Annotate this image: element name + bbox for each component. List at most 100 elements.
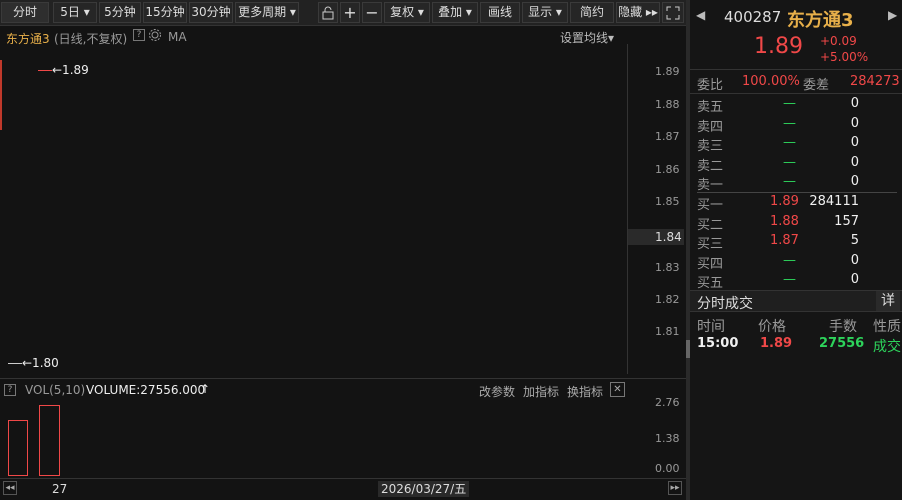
weicha-label: 委差 [803, 78, 830, 93]
bid-row-4[interactable]: 买四 — 0 [697, 253, 897, 272]
scroll-right-icon[interactable]: ▸▸ [668, 481, 682, 495]
help-icon[interactable]: ? [133, 29, 145, 41]
period-5day-button[interactable]: 5日 ▾ [53, 2, 97, 23]
col-header-volume: 手数 [829, 319, 857, 335]
y-tick: 1.89 [655, 65, 680, 78]
hide-button[interactable]: 隐藏 ▸▸ [616, 2, 660, 23]
trades-detail-button[interactable]: 详 [876, 291, 900, 311]
volume-y-tick: 1.38 [655, 432, 680, 445]
trade-price: 1.89 [760, 336, 793, 351]
draw-line-button[interactable]: 画线 [480, 2, 520, 23]
price-change: +0.09 [820, 34, 857, 48]
order-label: 买五 [697, 276, 724, 291]
order-label: 买三 [697, 237, 724, 252]
volume-y-tick: 0.00 [655, 462, 680, 475]
order-price: — [783, 174, 796, 189]
y-tick: 1.85 [655, 195, 680, 208]
order-label: 卖五 [697, 100, 724, 115]
bid-row-2[interactable]: 买二 1.88 157 [697, 214, 897, 233]
scroll-left-icon[interactable]: ◂◂ [3, 481, 17, 495]
order-volume: 0 [850, 116, 859, 131]
ask-row-2[interactable]: 卖二 — 0 [697, 155, 897, 174]
period-5min-button[interactable]: 5分钟 [99, 2, 141, 23]
order-volume: 157 [834, 214, 859, 229]
prev-stock-icon[interactable]: ◀ [696, 8, 705, 22]
order-label: 卖三 [697, 139, 724, 154]
volume-y-tick: 2.76 [655, 396, 680, 409]
add-indicator-button[interactable]: 加指标 [523, 383, 559, 400]
change-params-button[interactable]: 改参数 [479, 383, 515, 400]
order-label: 买二 [697, 218, 724, 233]
ask-row-1[interactable]: 卖一 — 0 [697, 174, 897, 193]
close-icon[interactable]: ✕ [610, 382, 625, 397]
chart-subtitle: (日线,不复权) [54, 32, 128, 46]
period-15min-button[interactable]: 15分钟 [143, 2, 187, 23]
period-intraday-button[interactable]: 分时 [1, 2, 49, 23]
high-price-marker: ←1.89 [52, 63, 89, 77]
next-stock-icon[interactable]: ▶ [888, 8, 897, 22]
switch-indicator-button[interactable]: 换指标 [567, 383, 603, 400]
weicha-value: 284273 [850, 74, 900, 89]
low-price-marker: ←1.80 [22, 356, 59, 370]
bid-row-1[interactable]: 买一 1.89 284111 [697, 194, 897, 213]
trade-type: 成交 [873, 339, 901, 355]
y-tick: 1.81 [655, 325, 680, 338]
y-tick: 1.87 [655, 130, 680, 143]
display-button[interactable]: 显示 ▾ [522, 2, 568, 23]
order-label: 买四 [697, 257, 724, 272]
more-periods-button[interactable]: 更多周期 ▾ [235, 2, 299, 23]
period-30min-button[interactable]: 30分钟 [189, 2, 233, 23]
last-price: 1.89 [754, 34, 803, 59]
zoom-out-icon[interactable]: − [362, 2, 382, 23]
y-tick: 1.83 [655, 261, 680, 274]
volume-bar [8, 420, 28, 476]
y-tick: 1.82 [655, 293, 680, 306]
order-price: — [783, 135, 796, 150]
order-price: 1.89 [770, 194, 799, 209]
lock-icon[interactable] [318, 2, 338, 23]
ask-row-4[interactable]: 卖四 — 0 [697, 116, 897, 135]
zoom-in-icon[interactable]: + [340, 2, 360, 23]
kline-chart[interactable]: 东方通3 (日线,不复权) ? MA 设置均线▾ ←1.89 ←1.80 1.8… [0, 26, 687, 500]
x-axis-label: 27 [52, 482, 68, 496]
trade-volume: 27556 [819, 336, 865, 351]
fullscreen-icon[interactable] [662, 2, 684, 23]
stock-code: 400287 [724, 8, 782, 26]
chart-toolbar: 分时 5日 ▾ 5分钟 15分钟 30分钟 更多周期 ▾ + − 复权 ▾ 叠加… [0, 0, 687, 26]
order-volume: 0 [850, 272, 859, 287]
arrow-up-icon: ↑ [200, 382, 211, 396]
volume-help-icon[interactable]: ? [4, 384, 16, 396]
order-volume: 284111 [809, 194, 859, 209]
high-price-line [38, 70, 52, 71]
order-price: — [783, 96, 796, 111]
order-volume: 0 [850, 253, 859, 268]
price-change-pct: +5.00% [820, 50, 869, 64]
chart-title: 东方通3 [6, 32, 50, 46]
col-header-price: 价格 [758, 319, 786, 335]
adjust-button[interactable]: 复权 ▾ [384, 2, 430, 23]
volume-bar [39, 405, 60, 476]
order-volume: 0 [850, 135, 859, 150]
stock-name: 东方通3 [787, 10, 854, 31]
y-tick: 1.86 [655, 163, 680, 176]
y-tick: 1.88 [655, 98, 680, 111]
order-label: 卖一 [697, 178, 724, 193]
ask-row-3[interactable]: 卖三 — 0 [697, 135, 897, 154]
overlay-button[interactable]: 叠加 ▾ [432, 2, 478, 23]
volume-indicator-name[interactable]: VOL(5,10) [25, 383, 85, 397]
order-label: 卖二 [697, 159, 724, 174]
order-price: 1.87 [770, 233, 799, 248]
simple-button[interactable]: 简约 [570, 2, 614, 23]
ask-row-5[interactable]: 卖五 — 0 [697, 96, 897, 115]
order-volume: 5 [850, 233, 859, 248]
bid-row-5[interactable]: 买五 — 0 [697, 272, 897, 291]
low-price-line [8, 363, 22, 364]
order-price: — [783, 116, 796, 131]
bid-row-3[interactable]: 买三 1.87 5 [697, 233, 897, 252]
set-ma-button[interactable]: 设置均线▾ [560, 29, 614, 46]
gear-icon[interactable] [148, 28, 162, 45]
trade-time: 15:00 [697, 336, 739, 351]
order-label: 买一 [697, 198, 724, 213]
ma-indicator[interactable]: MA [168, 30, 187, 44]
trades-title[interactable]: 分时成交 [697, 293, 753, 313]
